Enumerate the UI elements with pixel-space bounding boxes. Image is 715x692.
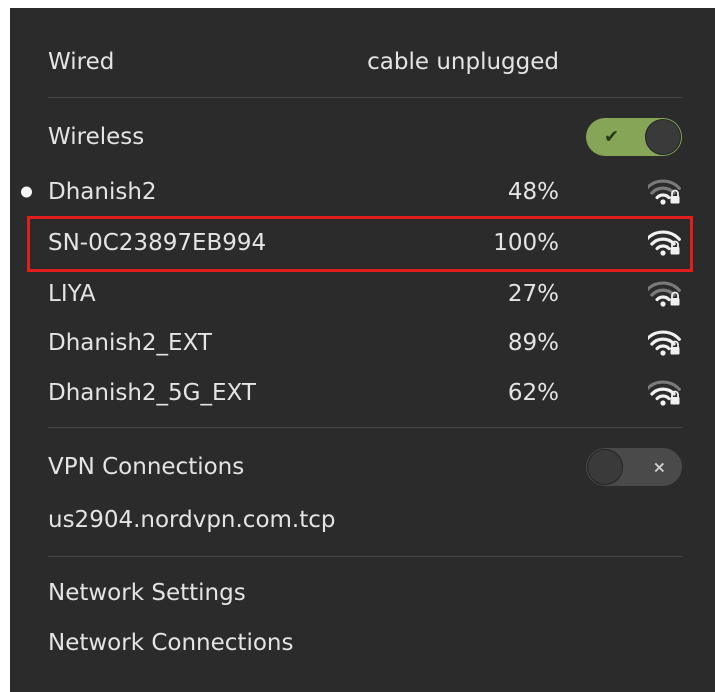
separator	[48, 97, 682, 98]
network-signal: 89%	[507, 330, 559, 356]
network-signal: 62%	[507, 380, 559, 406]
network-item-dhanish2-ext[interactable]: Dhanish2_EXT 89%	[10, 321, 715, 365]
toggle-knob	[645, 119, 681, 155]
network-signal: 48%	[507, 179, 559, 205]
vpn-row[interactable]: VPN Connections ×	[10, 445, 715, 489]
wifi-lock-icon	[648, 378, 682, 408]
network-item-dhanish2[interactable]: Dhanish2 48%	[10, 170, 715, 214]
network-item-liya[interactable]: LIYA 27%	[10, 272, 715, 316]
network-ssid: Dhanish2_EXT	[48, 330, 212, 356]
wifi-lock-icon	[648, 279, 682, 309]
wireless-label: Wireless	[48, 124, 145, 150]
network-settings-item[interactable]: Network Settings	[10, 571, 715, 615]
vpn-connection-item[interactable]: us2904.nordvpn.com.tcp	[10, 498, 715, 542]
network-item-dhanish2-5g-ext[interactable]: Dhanish2_5G_EXT 62%	[10, 371, 715, 415]
network-menu-panel: Wired cable unplugged Wireless ✔ Dhanish…	[10, 8, 715, 692]
highlight-box	[27, 216, 693, 272]
network-signal: 27%	[507, 281, 559, 307]
wireless-row[interactable]: Wireless ✔	[10, 115, 715, 159]
toggle-knob	[587, 449, 623, 485]
wired-label: Wired	[48, 49, 115, 75]
wifi-lock-icon	[648, 328, 682, 358]
network-ssid: Dhanish2	[48, 179, 157, 205]
vpn-connection-name: us2904.nordvpn.com.tcp	[48, 507, 336, 533]
network-connections-label: Network Connections	[48, 630, 294, 656]
wired-row: Wired cable unplugged	[10, 40, 715, 84]
wifi-lock-icon	[648, 177, 682, 207]
separator	[48, 556, 682, 557]
close-icon: ×	[652, 457, 666, 477]
vpn-label: VPN Connections	[48, 454, 245, 480]
wireless-toggle[interactable]: ✔	[586, 118, 682, 156]
network-connections-item[interactable]: Network Connections	[10, 621, 715, 665]
network-ssid: Dhanish2_5G_EXT	[48, 380, 256, 406]
connected-indicator-icon	[21, 186, 32, 198]
network-ssid: LIYA	[48, 281, 96, 307]
wired-status: cable unplugged	[367, 49, 559, 75]
check-icon: ✔	[604, 126, 620, 148]
vpn-toggle[interactable]: ×	[586, 448, 682, 486]
network-settings-label: Network Settings	[48, 580, 246, 606]
separator	[48, 427, 682, 428]
